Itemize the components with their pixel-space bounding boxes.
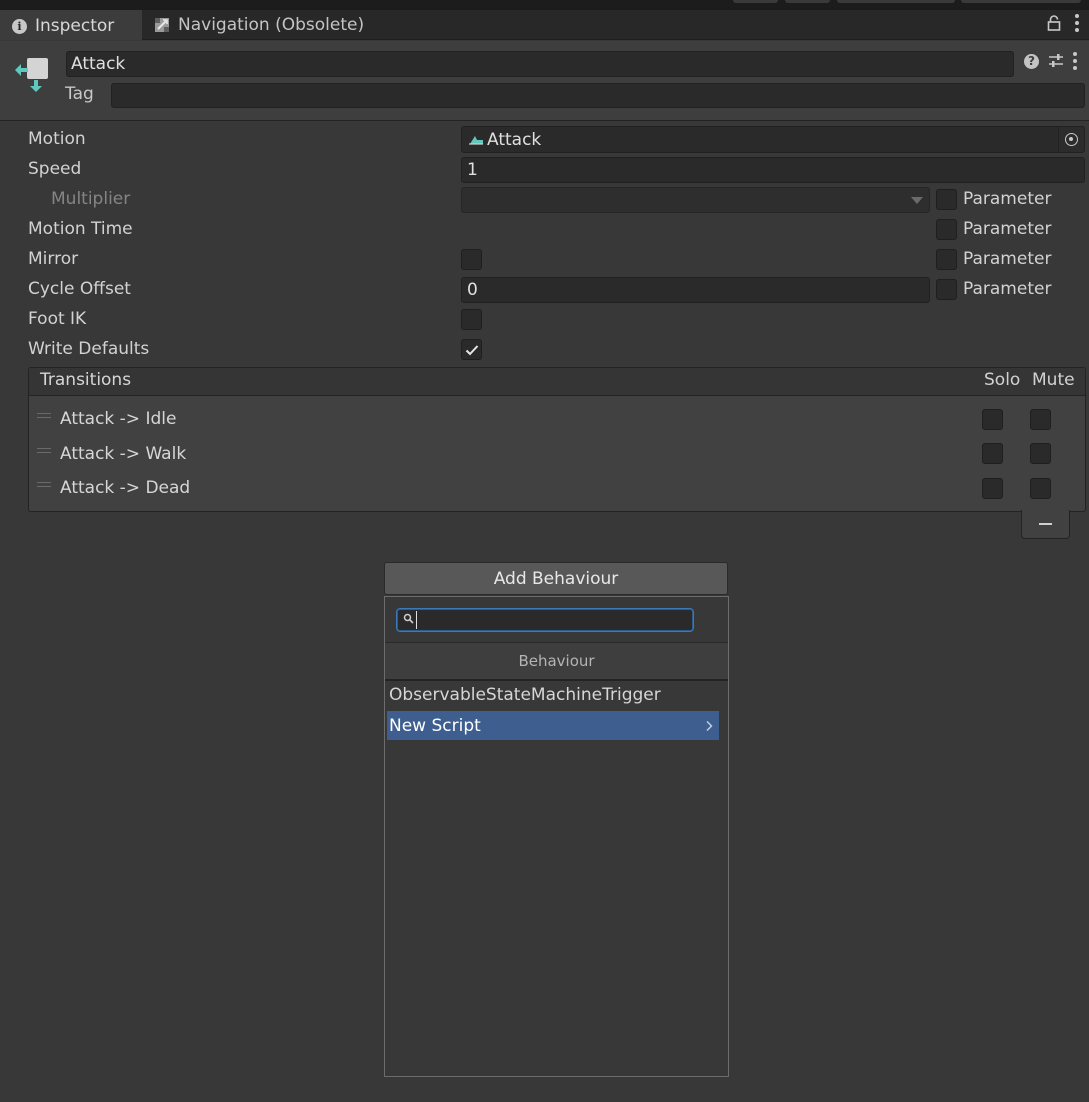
transition-row-label[interactable]: Attack -> Walk [60, 444, 186, 464]
motion-time-label: Motion Time [28, 219, 133, 239]
info-icon: i [12, 18, 27, 34]
cycle-offset-parameter-label: Parameter [963, 279, 1052, 299]
foot-ik-checkbox[interactable] [461, 309, 482, 330]
dropdown-arrow-icon [911, 197, 923, 204]
foot-ik-label: Foot IK [28, 309, 87, 329]
minus-icon [1039, 523, 1052, 525]
mirror-label: Mirror [28, 249, 79, 269]
object-picker-icon [1065, 133, 1078, 146]
add-behaviour-button[interactable]: Add Behaviour [384, 562, 728, 595]
multiplier-label: Multiplier [51, 189, 131, 209]
multiplier-parameter-checkbox[interactable] [936, 189, 957, 210]
animator-state-icon [15, 58, 48, 92]
chevron-right-icon [706, 720, 713, 731]
remove-transition-button[interactable] [1021, 510, 1070, 539]
checkmark-icon [465, 344, 478, 355]
speed-field[interactable]: 1 [461, 157, 1085, 183]
behaviour-category-header: Behaviour [385, 642, 728, 681]
speed-label: Speed [28, 159, 82, 179]
mirror-checkbox[interactable] [461, 249, 482, 270]
tab-bar-controls [1047, 14, 1079, 32]
multiplier-parameter-label: Parameter [963, 189, 1052, 209]
motion-value: Attack [487, 129, 542, 150]
component-menu-icon[interactable] [1073, 52, 1077, 70]
navigation-icon [155, 18, 169, 32]
behaviour-search-input[interactable] [396, 608, 694, 632]
tab-navigation[interactable]: Navigation (Obsolete) [142, 10, 387, 40]
transition-solo-checkbox[interactable] [982, 443, 1003, 464]
transitions-title: Transitions [40, 370, 132, 390]
transition-mute-checkbox[interactable] [1030, 478, 1051, 499]
cycle-offset-field[interactable]: 0 [461, 277, 930, 303]
transition-solo-checkbox[interactable] [982, 409, 1003, 430]
transitions-header [29, 368, 1085, 396]
tab-navigation-label: Navigation (Obsolete) [178, 15, 365, 35]
presets-icon[interactable] [1048, 53, 1064, 69]
tab-menu-icon[interactable] [1075, 14, 1079, 32]
cycle-offset-parameter-checkbox[interactable] [936, 279, 957, 300]
tab-inspector-label: Inspector [35, 16, 115, 36]
write-defaults-label: Write Defaults [28, 339, 150, 359]
mirror-parameter-checkbox[interactable] [936, 249, 957, 270]
motion-time-parameter-checkbox[interactable] [936, 219, 957, 240]
motion-label: Motion [28, 129, 86, 149]
tag-label: Tag [65, 84, 94, 104]
top-strip [0, 0, 1089, 10]
cycle-offset-label: Cycle Offset [28, 279, 131, 299]
transition-row-label[interactable]: Attack -> Dead [60, 478, 190, 498]
help-icon[interactable]: ? [1024, 53, 1039, 69]
lock-icon[interactable] [1047, 15, 1061, 31]
drag-handle-icon[interactable] [37, 448, 51, 453]
tab-inspector[interactable]: i Inspector [0, 10, 142, 40]
motion-field[interactable]: Attack [461, 126, 1085, 153]
mirror-parameter-label: Parameter [963, 249, 1052, 269]
drag-handle-icon[interactable] [37, 413, 51, 418]
text-caret [416, 611, 417, 629]
behaviour-item-label: New Script [389, 715, 481, 736]
mute-column-label: Mute [1032, 370, 1075, 390]
write-defaults-checkbox[interactable] [461, 339, 482, 360]
state-name-field[interactable]: Attack [66, 51, 1014, 77]
motion-time-parameter-label: Parameter [963, 219, 1052, 239]
transition-solo-checkbox[interactable] [982, 478, 1003, 499]
search-icon [403, 613, 414, 624]
transition-mute-checkbox[interactable] [1030, 443, 1051, 464]
behaviour-item-new-script[interactable]: New Script [387, 711, 719, 740]
animation-clip-icon [469, 135, 483, 145]
tag-field[interactable] [111, 83, 1085, 108]
transition-row-label[interactable]: Attack -> Idle [60, 409, 176, 429]
multiplier-dropdown[interactable] [461, 187, 930, 213]
behaviour-item[interactable]: ObservableStateMachineTrigger [389, 685, 661, 705]
transition-mute-checkbox[interactable] [1030, 409, 1051, 430]
header-controls: ? [1024, 52, 1077, 70]
solo-column-label: Solo [984, 370, 1021, 390]
object-picker-button[interactable] [1058, 127, 1084, 152]
drag-handle-icon[interactable] [37, 482, 51, 487]
